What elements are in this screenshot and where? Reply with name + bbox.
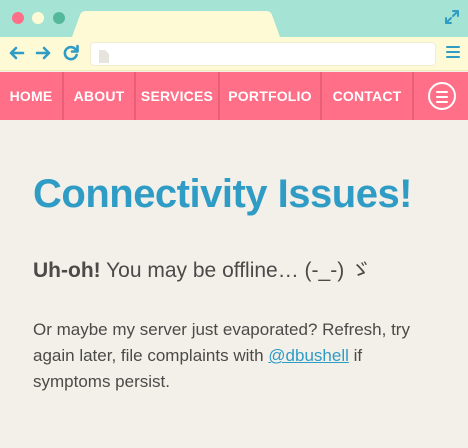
hamburger-circle-icon[interactable] [428, 82, 456, 110]
site-navigation: HOME ABOUT SERVICES PORTFOLIO CONTACT [0, 72, 468, 120]
twitter-link[interactable]: @dbushell [268, 346, 349, 365]
browser-tab[interactable] [72, 11, 280, 37]
help-paragraph: Or maybe my server just evaporated? Refr… [33, 317, 443, 395]
nav-item-home[interactable]: HOME [0, 72, 62, 120]
browser-toolbar [0, 37, 468, 71]
back-arrow-icon[interactable] [7, 43, 27, 63]
address-bar[interactable] [90, 42, 436, 66]
nav-divider [412, 72, 414, 120]
menu-icon[interactable] [446, 46, 460, 60]
nav-item-contact[interactable]: CONTACT [322, 72, 412, 120]
maximize-window-dot[interactable] [53, 12, 65, 24]
offline-message: Uh-oh! You may be offline… (-_-) ゞ [33, 254, 371, 284]
close-window-dot[interactable] [12, 12, 24, 24]
minimize-window-dot[interactable] [32, 12, 44, 24]
reload-icon[interactable] [61, 43, 81, 63]
browser-titlebar [0, 0, 468, 37]
nav-item-about[interactable]: ABOUT [64, 72, 134, 120]
page-icon [99, 48, 109, 63]
nav-item-services[interactable]: SERVICES [136, 72, 218, 120]
page-title: Connectivity Issues! [33, 172, 413, 216]
forward-arrow-icon[interactable] [33, 43, 53, 63]
nav-item-portfolio[interactable]: PORTFOLIO [220, 72, 320, 120]
expand-icon[interactable] [444, 9, 460, 25]
offline-message-text: You may be offline… (-_-) ゞ [100, 259, 372, 282]
offline-message-bold: Uh-oh! [33, 259, 101, 282]
